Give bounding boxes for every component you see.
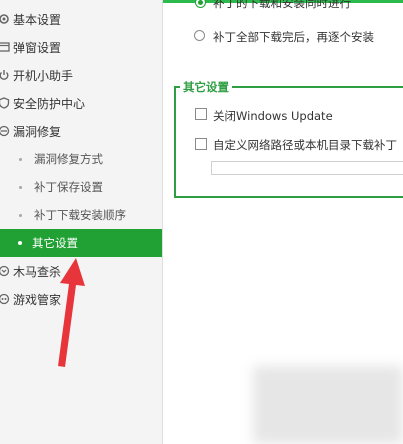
blurred-watermark bbox=[253, 366, 403, 444]
arrow-shape bbox=[58, 258, 85, 367]
